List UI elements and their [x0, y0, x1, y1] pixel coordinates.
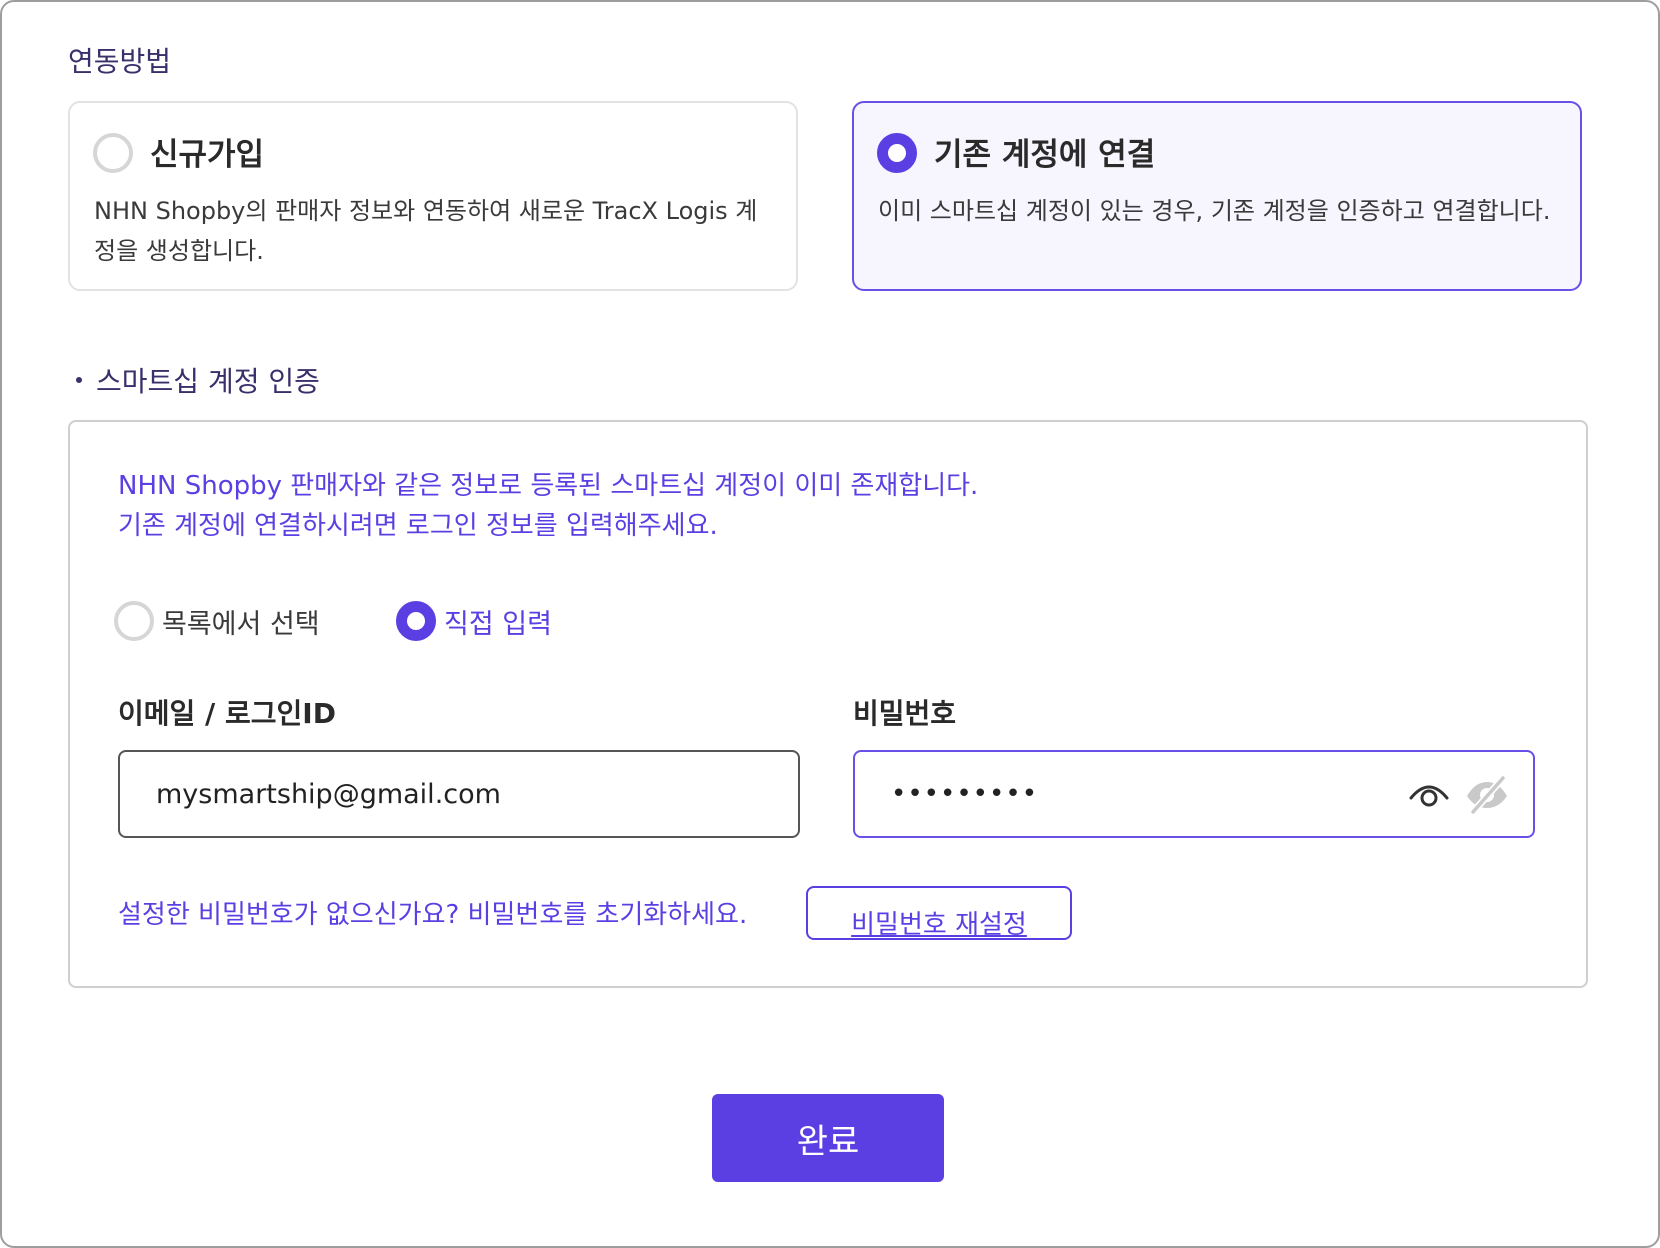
option-card-link-existing[interactable]: 기존 계정에 연결 이미 스마트십 계정이 있는 경우, 기존 계정을 인증하고…: [852, 101, 1582, 291]
email-field[interactable]: [156, 770, 756, 818]
signup-description: NHN Shopby의 판매자 정보와 연동하여 새로운 TracX Logis…: [94, 197, 758, 265]
email-label: 이메일 / 로그인ID: [118, 697, 336, 730]
auth-section-title: 스마트십 계정 인증: [76, 360, 320, 400]
auth-section-title-text: 스마트십 계정 인증: [96, 365, 320, 398]
auth-notice: NHN Shopby 판매자와 같은 정보로 등록된 스마트십 계정이 이미 존…: [118, 466, 978, 546]
option-card-signup[interactable]: 신규가입 NHN Shopby의 판매자 정보와 연동하여 새로운 TracX …: [68, 101, 798, 291]
direct-input-radio[interactable]: [396, 601, 436, 641]
password-label: 비밀번호: [853, 697, 957, 730]
direct-input-label: 직접 입력: [444, 608, 552, 640]
signup-radio[interactable]: [93, 133, 133, 173]
select-from-list-label: 목록에서 선택: [162, 608, 320, 640]
signup-title: 신규가입: [150, 137, 265, 173]
auth-notice-line2: 기존 계정에 연결하시려면 로그인 정보를 입력해주세요.: [118, 511, 718, 541]
password-reset-hint: 설정한 비밀번호가 없으신가요? 비밀번호를 초기화하세요.: [118, 900, 748, 930]
link-existing-title: 기존 계정에 연결: [934, 137, 1156, 173]
bullet-icon: [76, 377, 82, 383]
password-reset-button[interactable]: 비밀번호 재설정: [806, 886, 1072, 940]
password-field[interactable]: [891, 770, 1371, 818]
link-existing-description: 이미 스마트십 계정이 있는 경우, 기존 계정을 인증하고 연결합니다.: [878, 197, 1551, 225]
password-field-box: [853, 750, 1535, 838]
eye-off-icon[interactable]: [1463, 772, 1511, 816]
mode-select-from-list[interactable]: 목록에서 선택: [114, 600, 320, 642]
auth-notice-line1: NHN Shopby 판매자와 같은 정보로 등록된 스마트십 계정이 이미 존…: [118, 471, 979, 501]
eye-icon[interactable]: [1407, 774, 1451, 814]
link-existing-radio[interactable]: [877, 133, 917, 173]
select-from-list-radio[interactable]: [114, 601, 154, 641]
linking-form: 연동방법 신규가입 NHN Shopby의 판매자 정보와 연동하여 새로운 T…: [0, 0, 1660, 1248]
auth-panel: NHN Shopby 판매자와 같은 정보로 등록된 스마트십 계정이 이미 존…: [68, 420, 1588, 988]
link-method-title: 연동방법: [68, 45, 172, 78]
mode-direct-input[interactable]: 직접 입력: [396, 600, 552, 642]
done-button[interactable]: 완료: [712, 1094, 944, 1182]
email-field-box: [118, 750, 800, 838]
